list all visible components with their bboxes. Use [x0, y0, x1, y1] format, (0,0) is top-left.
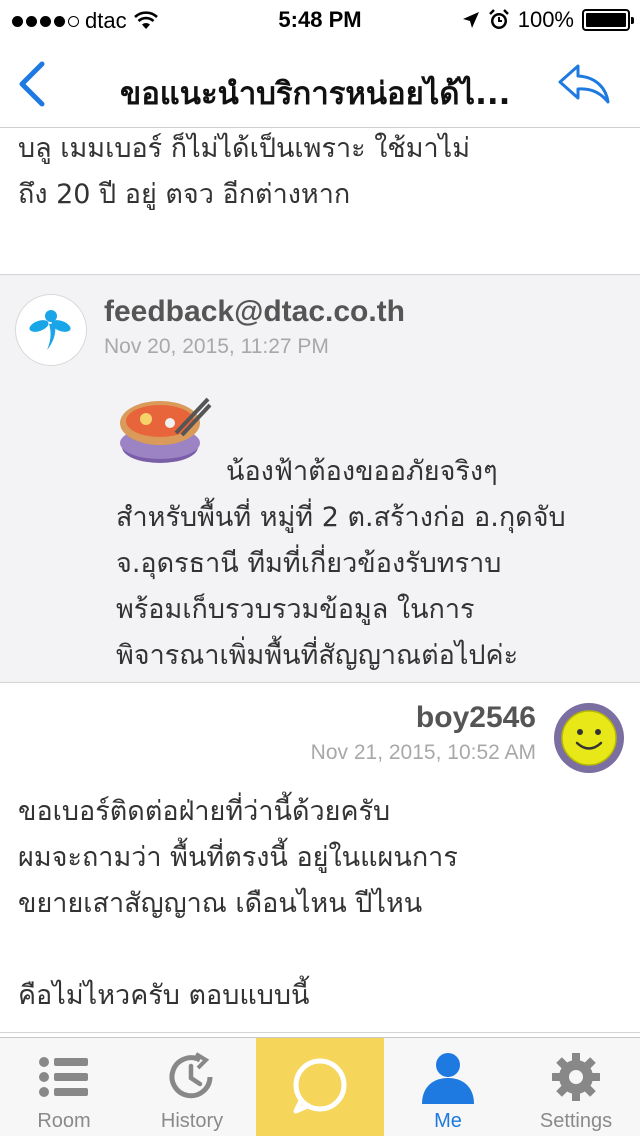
chevron-left-icon[interactable]: [14, 60, 54, 108]
post-body: น้องฟ้าต้องขออภัยจริงๆ สำหรับพื้นที่ หมู…: [116, 456, 566, 671]
post-body: ขอเบอร์ติดต่อฝ่ายที่ว่านี้ด้วยครับ ผมจะถ…: [18, 796, 458, 1011]
battery-percent: 100%: [517, 7, 574, 32]
post-date: Nov 20, 2015, 11:27 PM: [104, 335, 329, 358]
tab-label: Room: [37, 1110, 91, 1132]
post-author[interactable]: boy2546: [416, 701, 536, 735]
post-body: บลู เมมเบอร์ ก็ไม่ได้เป็นเพราะ ใช้มาไม่ …: [18, 133, 471, 210]
smiley-avatar-icon[interactable]: [554, 703, 624, 773]
thread-content[interactable]: บลู เมมเบอร์ ก็ไม่ได้เป็นเพราะ ใช้มาไม่ …: [0, 129, 640, 1037]
tab-room[interactable]: Room: [0, 1038, 128, 1136]
tab-label: History: [160, 1110, 224, 1132]
thread-post-user: boy2546 Nov 21, 2015, 10:52 AM ขอเบอร์ติ…: [0, 683, 640, 1033]
history-clock-icon: [169, 1052, 213, 1099]
post-date: Nov 21, 2015, 10:52 AM: [310, 741, 536, 764]
tab-label: Me: [434, 1110, 462, 1132]
tab-bar: Room History Me Settings: [0, 1037, 640, 1136]
thread-post-staff: feedback@dtac.co.th Nov 20, 2015, 11:27 …: [0, 275, 640, 683]
location-arrow-icon: [462, 12, 479, 28]
tab-me[interactable]: Me: [384, 1038, 512, 1136]
page-title: ขอแนะนำบริการหน่อยได้ไ...: [120, 76, 511, 112]
dtac-logo-icon[interactable]: [16, 295, 86, 365]
chat-bubble-icon: [293, 1058, 347, 1114]
person-icon: [422, 1053, 474, 1104]
tab-chat[interactable]: [256, 1038, 384, 1136]
gear-icon: [552, 1053, 600, 1101]
tab-settings[interactable]: Settings: [512, 1038, 640, 1136]
battery-icon: [582, 9, 634, 31]
alarm-clock-icon: [488, 9, 509, 29]
tab-label: Settings: [539, 1110, 613, 1132]
reply-icon[interactable]: [556, 62, 614, 106]
tab-history[interactable]: History: [128, 1038, 256, 1136]
status-right: 100%: [462, 7, 634, 33]
navigation-bar: ขอแนะนำบริการหน่อยได้ไ...: [0, 40, 640, 128]
thread-post: บลู เมมเบอร์ ก็ไม่ได้เป็นเพราะ ใช้มาไม่ …: [0, 129, 640, 275]
list-icon: [39, 1057, 88, 1097]
post-author[interactable]: feedback@dtac.co.th: [104, 295, 405, 329]
status-bar: dtac 5:48 PM 100%: [0, 0, 640, 40]
